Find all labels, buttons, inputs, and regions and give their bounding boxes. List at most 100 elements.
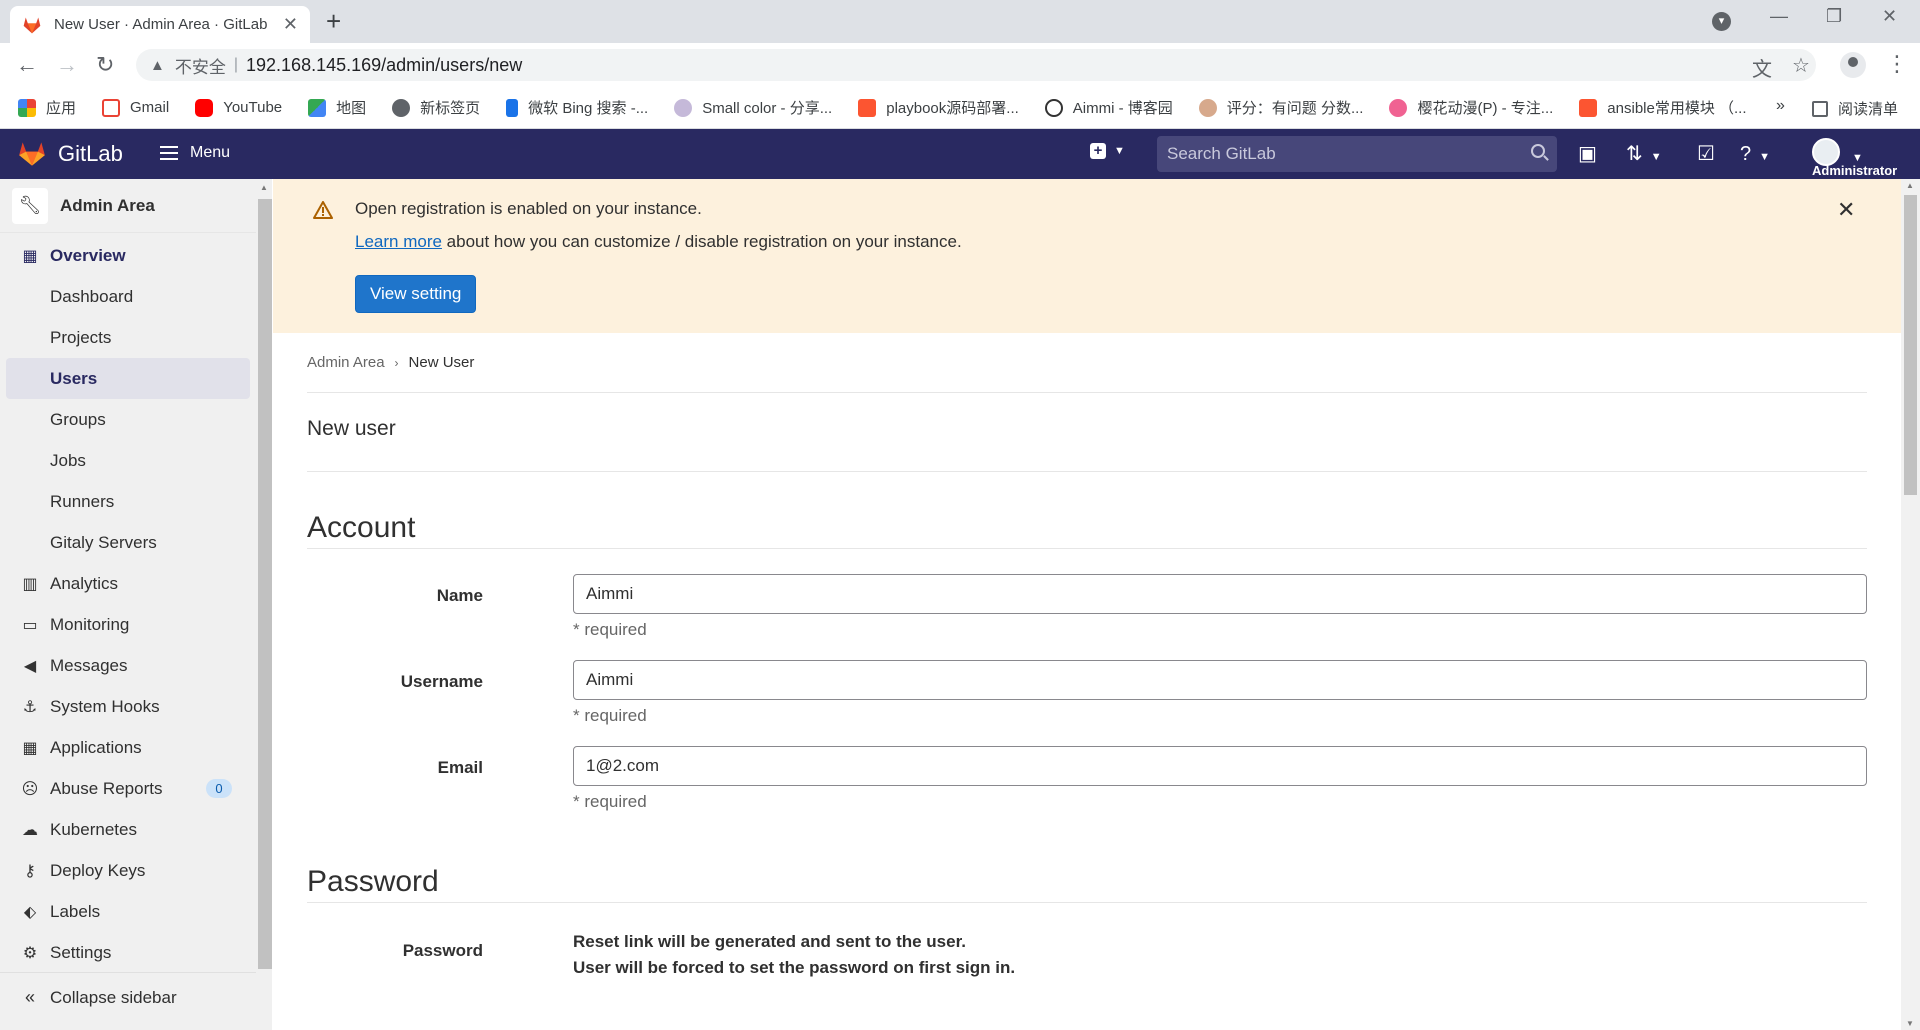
warning-icon — [313, 201, 333, 219]
scroll-up-icon[interactable]: ▲ — [1906, 181, 1914, 190]
sakura-icon — [1389, 98, 1408, 117]
window-close-icon[interactable]: ✕ — [1882, 6, 1897, 27]
bookmark-anime[interactable]: 樱花动漫(P) - 专注... — [1389, 97, 1553, 118]
sad-face-icon: ☹ — [21, 780, 39, 798]
more-bookmarks-icon[interactable]: » — [1776, 97, 1785, 115]
sidebar-scroll-thumb[interactable] — [258, 199, 272, 969]
reading-list[interactable]: 阅读清单 — [1812, 98, 1898, 119]
bookmark-ansible[interactable]: ansible常用模块 （... — [1579, 97, 1747, 118]
address-bar[interactable]: ▲ 不安全 | 192.168.145.169/admin/users/new — [136, 49, 1816, 81]
new-dropdown[interactable]: + ▼ — [1090, 143, 1125, 159]
sidebar-item-groups[interactable]: Groups — [0, 399, 256, 440]
not-secure-label: 不安全 — [174, 57, 226, 77]
overview-icon: ▦ — [22, 247, 38, 265]
tab-close-icon[interactable]: ✕ — [283, 14, 298, 35]
bookmark-playbook[interactable]: playbook源码部署... — [858, 97, 1019, 118]
new-tab-icon[interactable]: + — [326, 8, 341, 34]
youtube-icon — [195, 98, 214, 117]
sidebar-item-deploy-keys[interactable]: ⚷ Deploy Keys — [0, 850, 256, 891]
minimize-icon[interactable]: — — [1770, 6, 1788, 27]
page-scroll-thumb[interactable] — [1904, 195, 1917, 495]
sidebar-item-labels[interactable]: ⬖ Labels — [0, 891, 256, 932]
alert-body-text: about how you can customize / disable re… — [441, 232, 962, 251]
gitlab-home-link[interactable]: GitLab — [18, 141, 123, 167]
sidebar-item-label: Jobs — [50, 450, 86, 470]
bookmark-rating[interactable]: 评分：有问题 分数... — [1198, 97, 1363, 118]
issues-icon[interactable]: ▣ — [1578, 143, 1597, 165]
sidebar-item-analytics[interactable]: ▥ Analytics — [0, 563, 256, 604]
sidebar-item-settings[interactable]: ⚙ Settings — [0, 932, 256, 973]
username-label: Username — [400, 672, 483, 691]
browser-menu-icon[interactable]: ⋮ — [1886, 51, 1908, 77]
sidebar-item-runners[interactable]: Runners — [0, 481, 256, 522]
breadcrumb-admin-area[interactable]: Admin Area — [307, 354, 385, 371]
help-icon[interactable]: ? ▼ — [1740, 143, 1770, 168]
not-secure-icon[interactable]: ▲ — [150, 57, 165, 74]
search-box[interactable] — [1157, 136, 1557, 172]
search-input[interactable] — [1167, 144, 1517, 164]
bookmark-star-icon[interactable]: ☆ — [1792, 53, 1810, 78]
bookmark-smallcolor[interactable]: Small color - 分享... — [674, 97, 832, 118]
sidebar-context-header[interactable]: 🔧︎ Admin Area — [0, 179, 256, 233]
collapse-sidebar-button[interactable]: « Collapse sidebar — [0, 972, 256, 1022]
forward-icon[interactable]: → — [56, 51, 78, 79]
close-icon[interactable]: ✕ — [1837, 197, 1855, 223]
scroll-up-icon[interactable]: ▲ — [260, 183, 268, 192]
bookmark-apps[interactable]: 应用 — [18, 97, 76, 118]
sidebar-item-projects[interactable]: Projects — [0, 317, 256, 358]
sidebar-item-applications[interactable]: ▦ Applications — [0, 727, 256, 768]
view-setting-button[interactable]: View setting — [355, 275, 477, 313]
double-chevron-left-icon: « — [24, 987, 35, 1007]
bookmark-label: 地图 — [336, 100, 367, 117]
sidebar-item-kubernetes[interactable]: ☁ Kubernetes — [0, 809, 256, 850]
breadcrumb-current[interactable]: New User — [409, 354, 475, 371]
sidebar-scrollbar[interactable]: ▲ — [256, 179, 272, 1030]
wrench-icon: 🔧︎ — [12, 187, 48, 224]
email-field[interactable] — [573, 746, 1867, 786]
gmail-icon — [102, 98, 121, 117]
learn-more-link[interactable]: Learn more — [355, 232, 442, 251]
name-field[interactable] — [573, 574, 1867, 614]
sidebar-item-label: Labels — [50, 901, 101, 921]
password-info-line: User will be forced to set the password … — [573, 958, 1016, 977]
page-scrollbar[interactable]: ▲ ▼ — [1901, 179, 1920, 1030]
username-field[interactable] — [573, 660, 1867, 700]
reload-icon[interactable]: ↻ — [96, 51, 114, 79]
bookmark-bing[interactable]: 微软 Bing 搜索 -... — [506, 97, 648, 118]
url-text[interactable]: 192.168.145.169/admin/users/new — [246, 55, 522, 76]
restore-icon[interactable]: ❐ — [1826, 6, 1842, 27]
todo-icon[interactable]: ☑ — [1697, 143, 1715, 165]
scroll-down-icon[interactable]: ▼ — [1906, 1019, 1914, 1028]
sidebar-item-system-hooks[interactable]: ⚓︎ System Hooks — [0, 686, 256, 727]
key-icon: ⚷ — [24, 862, 36, 880]
menu-label: Menu — [190, 144, 231, 161]
bookmark-maps[interactable]: 地图 — [308, 97, 366, 118]
merge-requests-icon[interactable]: ⇅ ▼ — [1626, 143, 1662, 168]
sidebar-item-jobs[interactable]: Jobs — [0, 440, 256, 481]
sidebar-item-messages[interactable]: ◀ Messages — [0, 645, 256, 686]
browser-tab[interactable]: New User · Admin Area · GitLab ✕ — [10, 6, 310, 43]
sidebar-item-monitoring[interactable]: ▭ Monitoring — [0, 604, 256, 645]
bookmark-gmail[interactable]: Gmail — [102, 98, 170, 117]
user-avatar[interactable] — [1812, 138, 1840, 166]
gitlab-logo-icon — [19, 142, 45, 166]
sidebar-item-gitaly-servers[interactable]: Gitaly Servers — [0, 522, 256, 563]
tab-search-icon[interactable]: ▾ — [1712, 12, 1731, 31]
bookmark-aimmi[interactable]: Aimmi - 博客园 — [1044, 97, 1173, 118]
sidebar-item-abuse-reports[interactable]: ☹ Abuse Reports 0 — [0, 768, 256, 809]
translate-icon[interactable]: 文 — [1752, 53, 1772, 82]
profile-avatar-icon[interactable] — [1840, 52, 1866, 78]
sidebar-item-label: System Hooks — [50, 696, 160, 716]
sidebar-item-overview[interactable]: ▦ Overview — [0, 235, 256, 276]
bookmark-label: Gmail — [130, 99, 170, 116]
gitlab-brand: GitLab — [58, 141, 123, 166]
bookmark-newtab[interactable]: 新标签页 — [392, 97, 480, 118]
menu-button[interactable]: Menu — [160, 144, 230, 162]
bookmark-youtube[interactable]: YouTube — [195, 98, 282, 117]
divider — [307, 392, 1867, 393]
page-title: New user — [307, 417, 396, 440]
sidebar-item-label: Applications — [50, 737, 142, 757]
sidebar-item-users[interactable]: Users — [6, 358, 250, 399]
sidebar-item-dashboard[interactable]: Dashboard — [0, 276, 256, 317]
back-icon[interactable]: ← — [16, 51, 38, 79]
